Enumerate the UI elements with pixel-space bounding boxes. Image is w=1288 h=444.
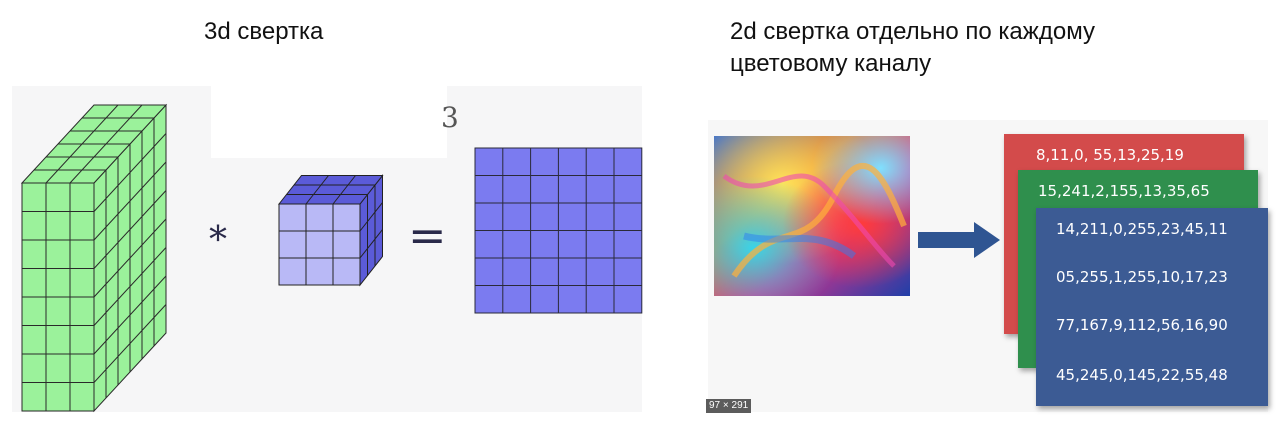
equals-operator: =	[408, 208, 447, 262]
blue-channel-row: 05,255,1,255,10,17,23	[1056, 268, 1228, 286]
green-channel-row: 15,241,2,155,13,35,65	[1038, 182, 1210, 200]
colorful-image	[714, 136, 910, 296]
blue-channel-row: 45,245,0,145,22,55,48	[1056, 366, 1228, 384]
blue-channel-card: 14,211,0,255,23,45,11 05,255,1,255,10,17…	[1036, 208, 1268, 406]
red-channel-row: 8,11,0, 55,13,25,19	[1036, 146, 1184, 164]
blue-channel-row: 77,167,9,112,56,16,90	[1056, 316, 1228, 334]
blue-channel-row: 14,211,0,255,23,45,11	[1056, 220, 1228, 238]
image-size-badge: 97 × 291	[706, 399, 752, 413]
right-arrow-icon	[918, 222, 1000, 258]
multiply-operator: *	[209, 220, 227, 261]
input-volume	[20, 103, 168, 413]
output-grid	[474, 147, 643, 314]
kernel-cube	[277, 174, 384, 287]
